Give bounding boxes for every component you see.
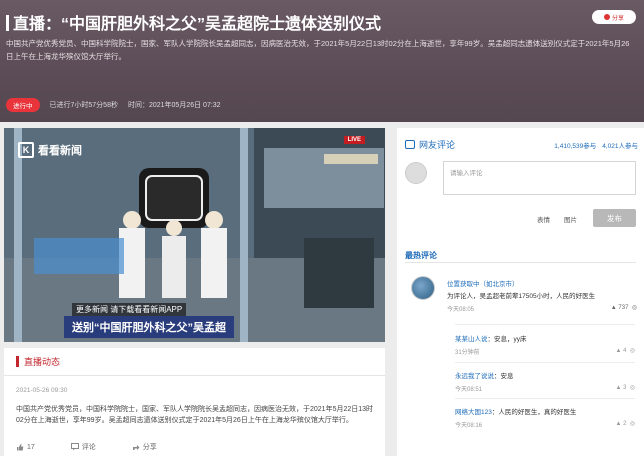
elapsed-time: 已进行7小时57分58秒 [49, 102, 118, 109]
updates-title: 直播动态 [24, 357, 61, 367]
reply-text: ：安息，yy床 [487, 336, 527, 343]
title-bar [6, 15, 9, 31]
live-description: 中国共产党优秀党员、中国科学院院士，国家、军队人学院院长吴孟超同志，因病医治无效… [6, 39, 630, 61]
comments-header: 网友评论 [405, 138, 455, 151]
divider [455, 362, 635, 363]
send-button[interactable]: 发布 [593, 209, 636, 227]
update-time: 2021-05-26 09:30 [16, 387, 68, 394]
comment-time: 今天08:05 [447, 307, 475, 313]
reply-item: 网络大国123：人民的好医生，真的好医生 今天08:16 ▲ 2 ◎ [455, 406, 635, 429]
live-meta: 进行中 已进行7小时57分58秒 时间：2021年05月26日 07:32 [6, 98, 221, 112]
comment-item: 位置获取中（如北京市） 为评论人，吴孟超老前辈17505小时，人民的好医生 今天… [447, 278, 637, 313]
thumb-up-icon [17, 444, 24, 451]
reply-user[interactable]: 永远我了说说 [455, 373, 494, 380]
reply-user[interactable]: 某某山人说 [455, 336, 488, 343]
participant-count: 1,410,539参与 [554, 143, 597, 150]
divider [455, 398, 635, 399]
reply-text: ：人民的好医生，真的好医生 [491, 409, 577, 416]
reply-item: 某某山人说：安息，yy床 31分钟前 ▲ 4 ◎ [455, 333, 635, 356]
comments-title: 网友评论 [419, 140, 456, 150]
share-button[interactable]: 分享 [592, 10, 636, 24]
comment-text: 为评论人，吴孟超老前辈17505小时，人民的好医生 [447, 293, 596, 300]
reply-footer: 31分钟前 ▲ 4 ◎ [455, 347, 635, 356]
comment-input[interactable]: 请输入评论 [443, 161, 636, 195]
comment-user[interactable]: 位置获取中（如北京市） [447, 278, 637, 288]
divider [455, 324, 635, 325]
reply-like-button[interactable]: ▲ 3 ◎ [615, 384, 635, 393]
comment-tools: 表情 图片 [537, 214, 577, 224]
reply-footer: 今天08:51 ▲ 3 ◎ [455, 384, 635, 393]
reply-time: 今天08:16 [455, 423, 483, 429]
hot-comments-title: 最热评论 [405, 251, 437, 260]
avatar [405, 162, 427, 184]
reply-like-button[interactable]: ▲ 2 ◎ [615, 420, 635, 429]
image-button[interactable]: 图片 [564, 214, 577, 224]
comment-counts: 1,410,539参与 4,021人参与 [554, 140, 638, 150]
comment-footer: 今天08:05 ▲ 737 ◎ [447, 304, 637, 313]
ticker-big: 送别“中国肝胆外科之父”吴孟超 [64, 316, 234, 338]
kankan-logo-icon: K [18, 142, 34, 158]
live-tag: LIVE [343, 136, 365, 144]
reply-text: ：安息 [494, 373, 514, 380]
share-icon [132, 445, 140, 450]
live-header: 直播：“中国肝胆外科之父”吴孟超院士遗体送别仪式 分享 中国共产党优秀党员、中国… [0, 0, 644, 122]
divider [405, 262, 636, 263]
reply-like-button[interactable]: ▲ 4 ◎ [615, 347, 635, 356]
chat-icon [405, 140, 415, 149]
comment-count: 4,021人参与 [602, 143, 638, 150]
update-actions: 17 评论 分享 [16, 442, 157, 452]
share-icon [603, 14, 610, 20]
avatar [411, 276, 435, 300]
updates-bar [16, 356, 19, 367]
reply-time: 31分钟前 [455, 350, 480, 356]
updates-header: 直播动态 [4, 348, 385, 376]
video-lower-third: 更多新闻 请下载看看新闻APP 送别“中国肝胆外科之父”吴孟超 [4, 302, 385, 342]
share-label: 分享 [611, 15, 624, 22]
comments-panel: 网友评论 1,410,539参与 4,021人参与 请输入评论 表情 图片 发布… [397, 128, 644, 456]
status-badge: 进行中 [6, 98, 40, 112]
share-update-button[interactable]: 分享 [132, 442, 157, 452]
start-time: 时间：2021年05月26日 07:32 [127, 102, 221, 109]
comment-button[interactable]: 评论 [70, 442, 96, 452]
page-title: 直播：“中国肝胆外科之父”吴孟超院士遗体送别仪式 [6, 10, 381, 34]
comment-like-button[interactable]: ▲ 737 ◎ [611, 304, 637, 313]
reply-time: 今天08:51 [455, 387, 483, 393]
comment-icon [70, 443, 79, 451]
video-player[interactable]: K 看看新闻 LIVE 更多新闻 请下载看看新闻APP 送别“中国肝胆外科之父”… [4, 128, 385, 342]
ticker-small: 更多新闻 请下载看看新闻APP [72, 303, 187, 316]
reply-item: 永远我了说说：安息 今天08:51 ▲ 3 ◎ [455, 370, 635, 393]
channel-logo: K 看看新闻 [18, 142, 82, 158]
reply-user[interactable]: 网络大国123 [455, 409, 492, 416]
live-updates-panel: 直播动态 2021-05-26 09:30 中国共产党优秀党员，中国科学院院士，… [4, 348, 385, 456]
emoji-button[interactable]: 表情 [537, 214, 550, 224]
reply-footer: 今天08:16 ▲ 2 ◎ [455, 420, 635, 429]
update-text: 中国共产党优秀党员，中国科学院院士，国家、军队人学院院长吴孟超同志，因病医治无效… [16, 406, 374, 424]
like-button[interactable]: 17 [16, 442, 35, 452]
